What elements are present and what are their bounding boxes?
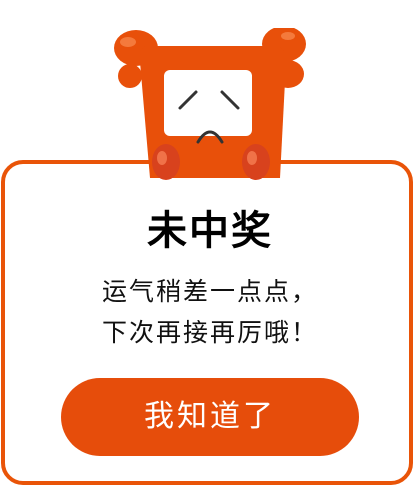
dialog-message-line1: 运气稍差一点点，: [101, 277, 318, 306]
dialog-message-line2: 下次再接再厉哦！: [101, 318, 318, 347]
sad-mascot-icon: [114, 28, 306, 180]
dialog-title: 未中奖: [147, 208, 273, 254]
result-dialog: 未中奖 运气稍差一点点， 下次再接再厉哦！ 我知道了: [0, 0, 420, 491]
confirm-button[interactable]: 我知道了: [61, 378, 359, 456]
